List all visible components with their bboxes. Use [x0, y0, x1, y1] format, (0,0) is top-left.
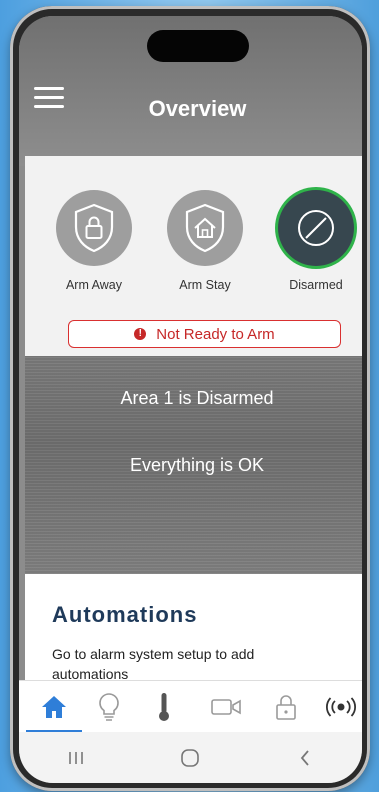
tab-security[interactable] — [317, 681, 362, 733]
arm-away-button[interactable]: Arm Away — [49, 190, 139, 292]
back-button[interactable] — [280, 743, 330, 773]
tab-home[interactable] — [26, 681, 82, 733]
recent-apps-button[interactable] — [51, 743, 101, 773]
status-panel: Area 1 is Disarmed Everything is OK — [25, 356, 362, 574]
tab-lights[interactable] — [85, 681, 133, 733]
disarmed-button[interactable]: Disarmed — [271, 190, 361, 292]
tab-thermostat[interactable] — [140, 681, 188, 733]
thermometer-icon — [159, 693, 169, 721]
camera-notch — [147, 30, 249, 62]
back-icon — [300, 749, 309, 766]
home-circle-icon — [181, 748, 200, 767]
error-icon: ! — [134, 328, 147, 340]
lightbulb-icon — [99, 693, 119, 721]
tab-locks[interactable] — [262, 681, 310, 733]
disarmed-circle-icon — [298, 210, 334, 246]
security-sensor-icon — [326, 697, 356, 717]
tab-video[interactable] — [202, 681, 250, 733]
arm-stay-button[interactable]: Arm Stay — [160, 190, 250, 292]
shield-lock-icon — [74, 203, 114, 253]
recent-apps-icon — [69, 751, 83, 764]
area-status-text: Area 1 is Disarmed — [120, 388, 274, 408]
video-camera-icon — [211, 699, 241, 715]
home-icon — [42, 696, 66, 718]
arm-away-label: Arm Away — [65, 278, 123, 292]
phone-frame: Overview Arm Away Arm Stay Disarmed ! No… — [10, 6, 370, 791]
disarmed-label: Disarmed — [289, 278, 343, 292]
not-ready-text: Not Ready to Arm — [156, 325, 275, 343]
automations-section: Automations Go to alarm system setup to … — [25, 574, 362, 690]
page-title: Overview — [148, 96, 247, 121]
shield-home-icon — [185, 203, 225, 253]
bottom-tab-bar — [19, 680, 362, 733]
not-ready-alert[interactable]: ! Not Ready to Arm — [68, 320, 341, 348]
automations-description: Go to alarm system setup to add automati… — [52, 646, 255, 682]
automations-heading: Automations — [52, 602, 198, 627]
lock-icon — [276, 695, 296, 720]
system-navigation-bar — [19, 732, 362, 783]
arm-mode-card: Arm Away Arm Stay Disarmed ! Not Ready t… — [25, 156, 362, 356]
phone-screen: Overview Arm Away Arm Stay Disarmed ! No… — [19, 16, 362, 783]
system-home-button[interactable] — [165, 743, 215, 773]
system-status-text: Everything is OK — [129, 455, 265, 475]
arm-stay-label: Arm Stay — [179, 278, 231, 292]
